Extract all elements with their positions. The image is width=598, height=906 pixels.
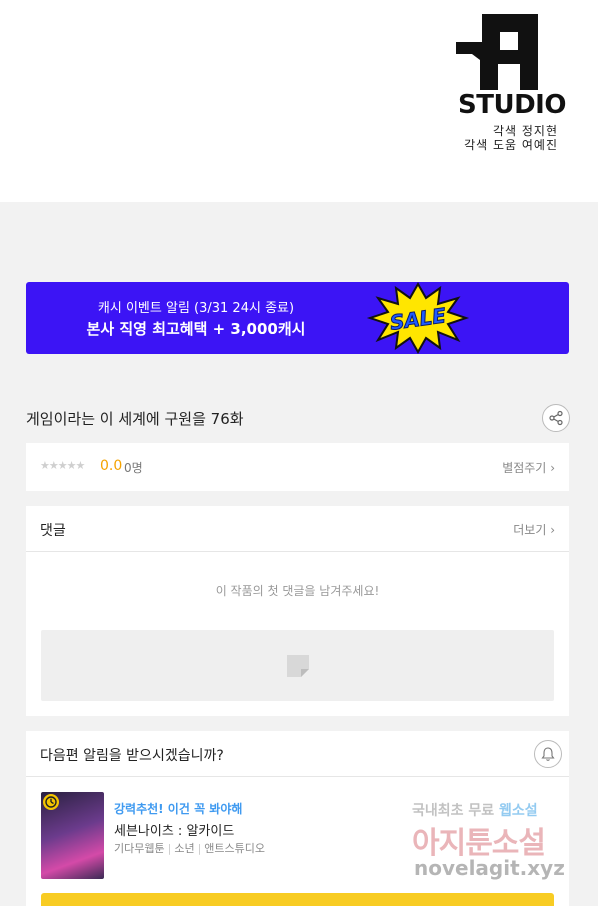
cash-event-banner[interactable]: 캐시 이벤트 알림 (3/31 24시 종료) 본사 직영 최고혜택 + 3,0… xyxy=(26,282,569,354)
recommendation-title[interactable]: 세븐나이츠 : 알카이드 xyxy=(114,820,234,839)
watermark-line-1: 국내최초 무료 웹소설 xyxy=(412,800,538,820)
more-link-label: 더보기 xyxy=(513,523,547,537)
studio-logo-text: STUDIO xyxy=(458,90,566,120)
episode-title: 게임이라는 이 세계에 구원을 76화 xyxy=(26,410,244,428)
chevron-right-icon: › xyxy=(550,523,555,537)
notify-bell-button[interactable] xyxy=(534,740,562,768)
share-button[interactable] xyxy=(542,404,570,432)
watermark-line-3: novelagit.xyz xyxy=(414,856,565,880)
rating-value: 0.0 xyxy=(100,458,123,474)
comment-icon xyxy=(287,655,309,677)
rating-stars: ★★★★★ xyxy=(40,459,85,472)
comment-input-box[interactable] xyxy=(41,630,554,701)
recommendation-meta: 기다무웹툰 | 소년 | 앤트스튜디오 xyxy=(114,840,265,856)
banner-line-1: 캐시 이벤트 알림 (3/31 24시 종료) xyxy=(97,301,295,316)
notify-subscribe-button[interactable] xyxy=(41,893,554,906)
bell-icon xyxy=(541,747,555,761)
rate-link[interactable]: 별점주기 › xyxy=(502,459,555,476)
watermark-prefix: 국내최초 무료 xyxy=(412,803,500,819)
recommendation-thumbnail[interactable] xyxy=(41,792,104,879)
meta-studio: 앤트스튜디오 xyxy=(204,842,266,855)
chevron-right-icon: › xyxy=(550,461,555,475)
notify-question: 다음편 알림을 받으시겠습니까? xyxy=(40,748,224,764)
rate-link-label: 별점주기 xyxy=(502,461,547,475)
clock-icon xyxy=(43,794,59,810)
site-watermark: 국내최초 무료 웹소설 아지툰소설 novelagit.xyz xyxy=(410,800,580,890)
episode-credits-area: STUDIO 각색 정지현 각색 도움 여예진 xyxy=(0,0,598,202)
comments-empty-message: 이 작품의 첫 댓글을 남겨주세요! xyxy=(215,584,380,598)
comments-card: 댓글 더보기 › 이 작품의 첫 댓글을 남겨주세요! xyxy=(26,506,569,716)
comments-title: 댓글 xyxy=(40,523,66,539)
sale-burst-icon: SALE xyxy=(366,282,470,354)
rating-count: 0명 xyxy=(124,461,143,475)
comments-header: 댓글 더보기 › xyxy=(26,506,569,552)
recommendation-tag[interactable]: 강력추천! 이건 꼭 봐야해 xyxy=(114,800,242,817)
banner-line-2: 본사 직영 최고혜택 + 3,000캐시 xyxy=(86,320,306,338)
studio-logo-mark xyxy=(456,14,538,90)
comments-more-link[interactable]: 더보기 › xyxy=(513,521,555,538)
notify-header: 다음편 알림을 받으시겠습니까? xyxy=(26,731,569,777)
studio-logo: STUDIO xyxy=(454,14,566,120)
meta-divider: | xyxy=(167,842,172,855)
meta-type: 기다무웹툰 xyxy=(114,842,165,855)
meta-genre: 소년 xyxy=(174,842,195,855)
share-icon xyxy=(549,410,563,426)
rating-card: ★★★★★ 0.0 0명 별점주기 › xyxy=(26,443,569,491)
meta-divider: | xyxy=(197,842,202,855)
watermark-highlight: 웹소설 xyxy=(499,803,538,819)
credit-adaptation-assist: 각색 도움 여예진 xyxy=(464,138,558,152)
